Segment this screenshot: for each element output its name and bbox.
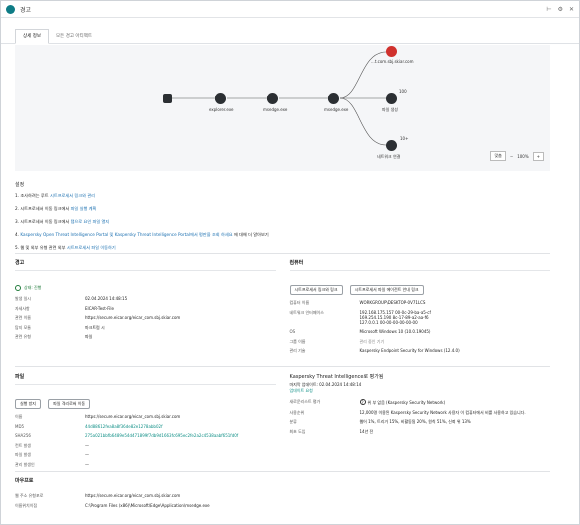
tab-bar: 상세 정보 모든 경고 아티팩트 (1, 28, 579, 44)
step-item: 2. 시트프로세서 이동 링크에서 파일 실행 계획 (15, 206, 97, 211)
tab-artifacts[interactable]: 모든 경고 아티팩트 (49, 30, 99, 43)
process-header: 마우프로 (15, 478, 34, 484)
divider (15, 366, 550, 367)
file-panel: 파일 실행 방지 파일 격리로써 이동 이름 https://secure.eic… (15, 373, 276, 471)
process-graph: explorer.exe msedge.exe msedge.exe ...t.… (15, 45, 550, 171)
node-url-label: ...t.com.sbj.skiar.com (371, 59, 414, 64)
divider (15, 253, 550, 254)
step-item: 3. 시트프로세서 이동 링크에서 탭으로 요인 파일 열지 (15, 219, 110, 224)
device-header: 컴퓨터 (289, 259, 550, 271)
close-icon[interactable]: ✕ (569, 6, 574, 13)
step-link[interactable]: Kaspersky Open Threat Intelligence Porta… (20, 232, 232, 237)
steps-title: 설정 (15, 182, 25, 188)
title-bar: 경고 ⊢ ⚙ ✕ (1, 1, 579, 18)
step-link[interactable]: 시트프로세서 링크와 관리 (50, 193, 95, 198)
md5-link[interactable]: 44d88612fea8a8f36de82e1278abb02f (85, 424, 162, 429)
fit-button[interactable]: 맞춤 (490, 151, 506, 161)
device-action-button[interactable]: 시트프로세서 링크와 링크 (289, 285, 343, 295)
alert-header: 경고 (15, 259, 276, 271)
node-msedge-2[interactable] (328, 93, 339, 104)
status-indicator: 상태: 진행 (15, 285, 41, 291)
zoom-out-button[interactable]: − (510, 154, 513, 159)
window-controls: ⊢ ⚙ ✕ (546, 6, 574, 13)
node-msedge-2-label: msedge.exe (324, 107, 349, 112)
step-link[interactable]: 탭으로 요인 파일 열지 (71, 219, 110, 224)
file-header: 파일 (15, 373, 276, 385)
step-item: 1. 조사하려는 루트 시트프로세서 링크와 관리 (15, 193, 96, 198)
node-network[interactable] (386, 140, 397, 151)
prevent-execution-button[interactable]: 실행 방지 (15, 399, 41, 409)
step-item: 4. Kaspersky Open Threat Intelligence Po… (15, 232, 269, 237)
process-panel: 마우프로 웹 주소 유형포로 https://secure.eicar.org/e… (15, 477, 550, 512)
pin-icon[interactable]: ⊢ (546, 6, 551, 13)
zoom-controls: 맞춤 − 100% + (490, 151, 544, 161)
settings-icon[interactable]: ⚙ (558, 6, 563, 13)
node-explorer[interactable] (215, 93, 226, 104)
window-title: 경고 (20, 6, 32, 14)
node-msedge-1-label: msedge.exe (263, 107, 288, 112)
node-msedge-1[interactable] (267, 93, 278, 104)
step-link[interactable]: 파일 실행 계획 (71, 206, 97, 211)
move-quarantine-button[interactable]: 파일 격리로써 이동 (48, 399, 91, 409)
device-panel: 컴퓨터 시트프로세서 링크와 링크 시트프로세서 파일 에이전트 안내 링크 컴… (289, 259, 550, 358)
zoom-in-button[interactable]: + (532, 151, 544, 161)
info-icon: ? (359, 399, 366, 405)
node-network-label: 네트워크 연결 (377, 154, 401, 159)
update-request-link[interactable]: 업데이트 요청 (290, 388, 313, 393)
node-file-create-label: 파일 생성 (382, 107, 398, 112)
reputation-header: Kaspersky Threat Intelligence로 평가됨 (289, 374, 384, 380)
steps-section: 설정 1. 조사하려는 루트 시트프로세서 링크와 관리 2. 시트프로세서 이… (15, 181, 555, 258)
node-url-threat[interactable] (386, 46, 397, 57)
check-circle-icon (15, 285, 21, 291)
node-file-create[interactable] (386, 93, 397, 104)
badge-100: 100 (399, 89, 407, 94)
process-section: 마우프로 웹 주소 유형포로 https://secure.eicar.org/e… (15, 477, 550, 512)
alert-panel: 경고 상태: 진행 발생 일시 02.04.2024 14:48:15 자세사항 E… (15, 259, 276, 358)
divider (15, 471, 550, 472)
step-item: 5. 웹 및 외부 유형 관련 외부 시트프로세서 파일 이동하기 (15, 245, 116, 250)
zoom-level: 100% (517, 153, 529, 159)
app-logo-icon (6, 4, 15, 14)
step-link[interactable]: 시트프로세서 파일 이동하기 (67, 245, 116, 250)
node-explorer-label: explorer.exe (209, 107, 234, 112)
sha256-link[interactable]: 275a021bbfb6489e54d471899f7db9d1663fc695… (85, 433, 238, 438)
reputation-panel: Kaspersky Threat Intelligence로 평가됨 마지막 업… (290, 373, 551, 471)
alert-device-section: 경고 상태: 진행 발생 일시 02.04.2024 14:48:15 자세사항 E… (15, 259, 550, 358)
root-node[interactable] (163, 94, 172, 103)
alert-window: 경고 ⊢ ⚙ ✕ 상세 정보 모든 경고 아티팩트 explorer.exe m… (0, 0, 580, 525)
badge-10plus: 10+ (400, 136, 409, 141)
file-reputation-section: 파일 실행 방지 파일 격리로써 이동 이름 https://secure.eic… (15, 373, 550, 471)
reputation-updated: 마지막 업데이트: 02.04.2024 14:48:14 (289, 382, 362, 387)
tab-details[interactable]: 상세 정보 (15, 29, 49, 44)
device-action-button[interactable]: 시트프로세서 파일 에이전트 안내 링크 (349, 285, 424, 295)
